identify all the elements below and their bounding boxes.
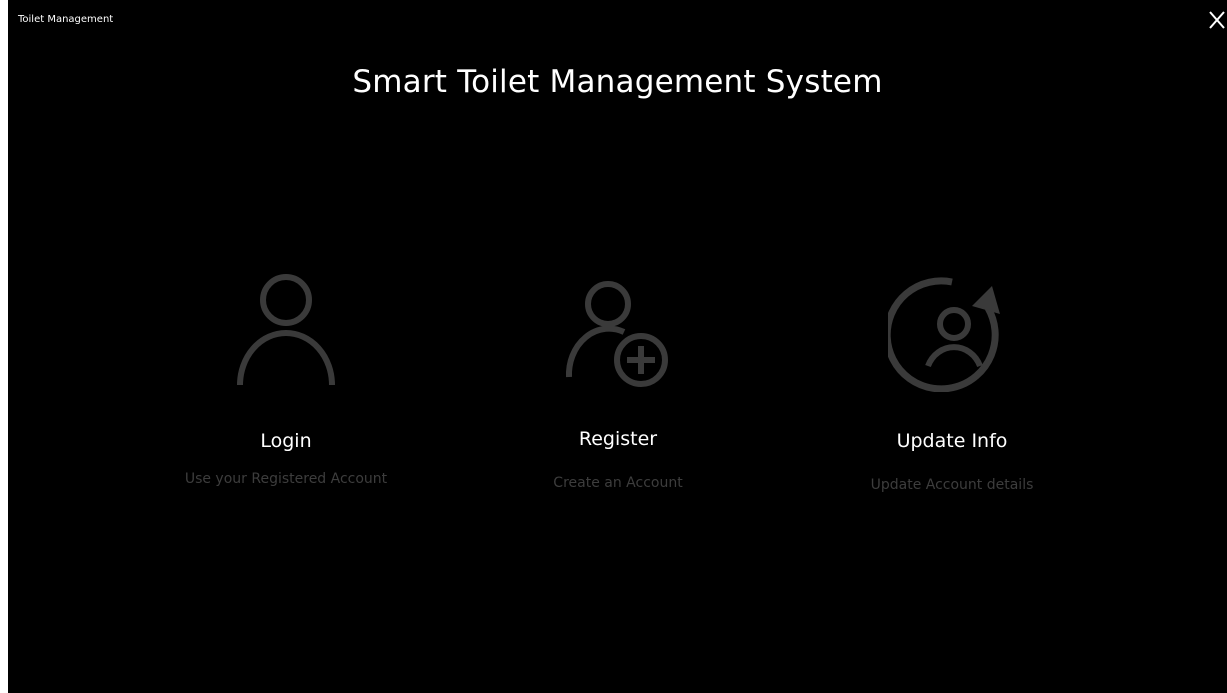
login-description: Use your Registered Account: [184, 471, 388, 487]
app-window: Toilet Management Smart Toilet Managemen…: [8, 0, 1227, 693]
register-label: Register: [578, 428, 658, 450]
login-option[interactable]: Login Use your Registered Account: [136, 262, 436, 502]
update-info-description: Update Account details: [870, 477, 1034, 493]
register-option[interactable]: Register Create an Account: [468, 262, 768, 502]
close-button[interactable]: [1207, 4, 1227, 32]
user-refresh-icon: [888, 277, 1000, 392]
window-title: Toilet Management: [18, 14, 114, 25]
user-icon: [237, 274, 335, 386]
update-info-option[interactable]: Update Info Update Account details: [802, 264, 1102, 504]
register-description: Create an Account: [553, 475, 683, 491]
close-icon: [1209, 11, 1225, 29]
login-label: Login: [260, 430, 312, 452]
page-title: Smart Toilet Management System: [352, 64, 883, 100]
title-bar: Toilet Management: [8, 0, 1227, 30]
update-info-label: Update Info: [896, 430, 1008, 452]
add-user-icon: [565, 281, 668, 387]
